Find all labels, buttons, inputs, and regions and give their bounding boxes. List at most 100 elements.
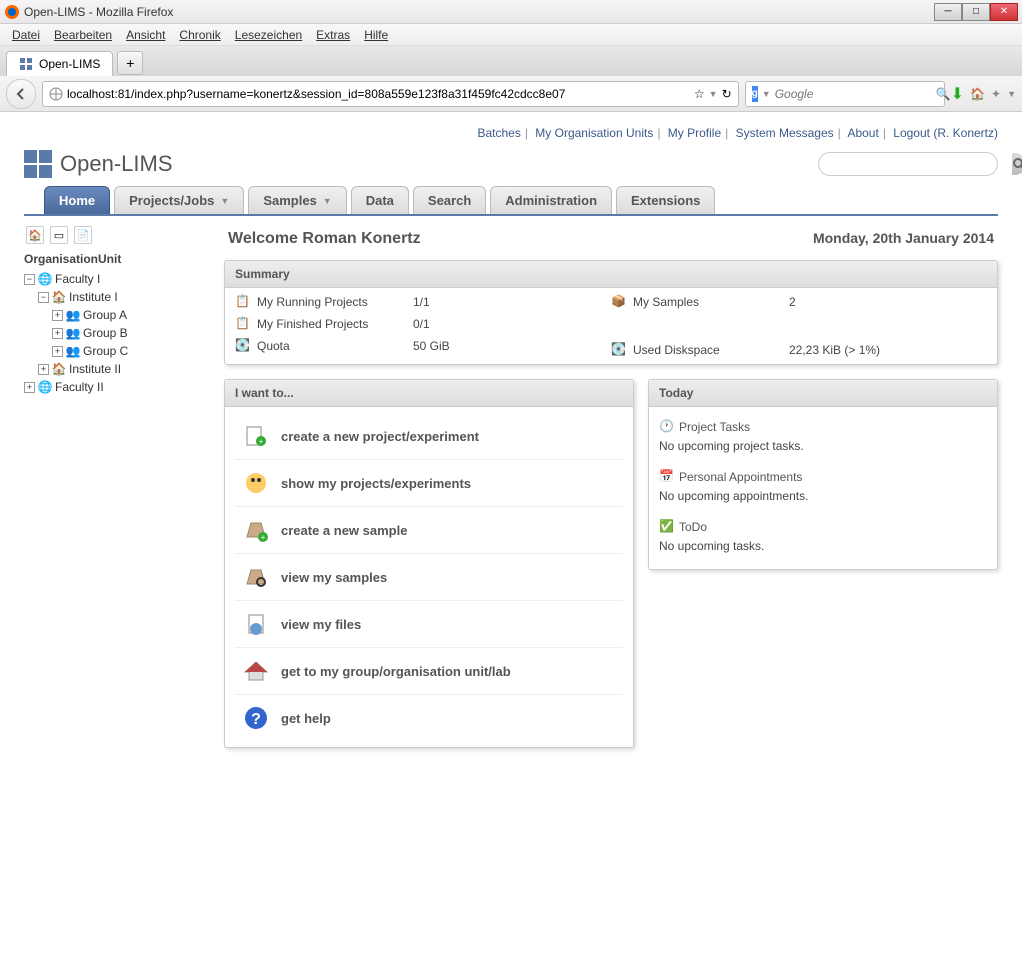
summary-quota: 💽Quota50 GiB	[235, 338, 611, 354]
tree-item-faculty-ii[interactable]: +🌐Faculty II	[24, 378, 214, 396]
nav-dropdown-icon[interactable]: ▼	[1007, 89, 1016, 99]
svg-text:+: +	[261, 533, 266, 542]
tree-expand-icon[interactable]: +	[52, 310, 63, 321]
tree-collapse-icon[interactable]: −	[38, 292, 49, 303]
house-icon	[243, 658, 269, 684]
new-project-icon: +	[243, 423, 269, 449]
tree-collapse-icon[interactable]: −	[24, 274, 35, 285]
tree-item-institute-i[interactable]: −🏠Institute I	[24, 288, 214, 306]
minimize-button[interactable]: ─	[934, 3, 962, 21]
action-view-files[interactable]: view my files	[235, 601, 623, 648]
link-org-units[interactable]: My Organisation Units	[535, 126, 653, 140]
iwant-panel: I want to... +create a new project/exper…	[224, 379, 634, 748]
summary-finished-projects[interactable]: 📋My Finished Projects0/1	[235, 316, 611, 332]
date-text: Monday, 20th January 2014	[813, 230, 994, 248]
search-dropdown-icon[interactable]: ▼	[762, 89, 771, 99]
page-content: Batches| My Organisation Units| My Profi…	[0, 112, 1022, 958]
main-tabs: Home Projects/Jobs▼ Samples▼ Data Search…	[24, 186, 998, 216]
link-batches[interactable]: Batches	[477, 126, 520, 140]
reload-icon[interactable]: ↻	[722, 87, 732, 101]
app-logo[interactable]: Open-LIMS	[24, 150, 173, 178]
close-button[interactable]: ✕	[990, 3, 1018, 21]
firefox-icon	[4, 4, 20, 20]
tree-item-group-a[interactable]: +👥Group A	[24, 306, 214, 324]
summary-running-projects[interactable]: 📋My Running Projects1/1	[235, 294, 611, 310]
action-new-project[interactable]: +create a new project/experiment	[235, 413, 623, 460]
tab-favicon	[19, 57, 33, 71]
sidebar-title: OrganisationUnit	[24, 250, 214, 270]
tab-data[interactable]: Data	[351, 186, 409, 214]
house-icon: 🏠	[52, 362, 66, 376]
tab-projects[interactable]: Projects/Jobs▼	[114, 186, 244, 214]
tab-home[interactable]: Home	[44, 186, 110, 214]
group-icon: 👥	[66, 326, 80, 340]
group-icon: 👥	[66, 344, 80, 358]
clock-icon: 🕐	[659, 419, 675, 435]
tab-samples[interactable]: Samples▼	[248, 186, 346, 214]
browser-search[interactable]: g ▼ 🔍	[745, 81, 945, 107]
app-search-input[interactable]	[819, 157, 1012, 172]
globe-icon	[49, 87, 63, 101]
chevron-down-icon[interactable]: ▼	[323, 196, 332, 206]
chevron-down-icon[interactable]: ▼	[220, 196, 229, 206]
download-icon[interactable]: ⬇	[951, 84, 964, 104]
new-tab-button[interactable]: +	[117, 51, 143, 75]
action-goto-group[interactable]: get to my group/organisation unit/lab	[235, 648, 623, 695]
menu-lesezeichen[interactable]: Lesezeichen	[229, 26, 308, 44]
logo-icon	[24, 150, 52, 178]
maximize-button[interactable]: □	[962, 3, 990, 21]
home-icon[interactable]: 🏠	[970, 87, 985, 101]
menu-chronik[interactable]: Chronik	[173, 26, 226, 44]
tab-search[interactable]: Search	[413, 186, 486, 214]
link-logout[interactable]: Logout (R. Konertz)	[893, 126, 998, 140]
browser-search-input[interactable]	[775, 87, 932, 101]
action-show-projects[interactable]: show my projects/experiments	[235, 460, 623, 507]
menu-datei[interactable]: Datei	[6, 26, 46, 44]
link-about[interactable]: About	[847, 126, 878, 140]
browser-tab[interactable]: Open-LIMS	[6, 51, 113, 76]
url-bar[interactable]: ☆ ▼ ↻	[42, 81, 739, 107]
tree-expand-icon[interactable]: +	[52, 346, 63, 357]
link-profile[interactable]: My Profile	[668, 126, 721, 140]
today-todo: ✅ToDo No upcoming tasks.	[659, 513, 987, 563]
app-search-button[interactable]	[1012, 153, 1022, 175]
welcome-text: Welcome Roman Konertz	[228, 230, 421, 248]
today-title: Today	[649, 380, 997, 407]
tree-item-group-c[interactable]: +👥Group C	[24, 342, 214, 360]
check-icon: ✅	[659, 519, 675, 535]
tree-expand-icon[interactable]: +	[52, 328, 63, 339]
search-icon	[1012, 157, 1022, 171]
search-magnify-icon[interactable]: 🔍	[936, 87, 951, 101]
window-titlebar: Open-LIMS - Mozilla Firefox ─ □ ✕	[0, 0, 1022, 24]
menu-extras[interactable]: Extras	[310, 26, 356, 44]
iwant-title: I want to...	[225, 380, 633, 407]
back-button[interactable]	[6, 79, 36, 109]
bookmark-icon[interactable]: ☆	[694, 87, 705, 101]
app-search[interactable]	[818, 152, 998, 176]
calendar-icon: 📅	[659, 469, 675, 485]
url-input[interactable]	[67, 87, 690, 101]
tree-expand-icon[interactable]: +	[24, 382, 35, 393]
dropdown-icon[interactable]: ▼	[709, 89, 718, 99]
sidebar-home-icon[interactable]: 🏠	[26, 226, 44, 244]
menu-hilfe[interactable]: Hilfe	[358, 26, 394, 44]
addon-icon[interactable]: ✦	[991, 87, 1001, 101]
app-name: Open-LIMS	[60, 151, 173, 177]
project-icon: 📋	[235, 294, 251, 310]
action-help[interactable]: ?get help	[235, 695, 623, 741]
svg-text:?: ?	[251, 711, 261, 728]
tree-item-group-b[interactable]: +👥Group B	[24, 324, 214, 342]
menu-ansicht[interactable]: Ansicht	[120, 26, 171, 44]
action-new-sample[interactable]: +create a new sample	[235, 507, 623, 554]
action-view-samples[interactable]: view my samples	[235, 554, 623, 601]
sidebar-doc-icon[interactable]: 📄	[74, 226, 92, 244]
summary-my-samples[interactable]: 📦My Samples2	[611, 294, 987, 310]
link-messages[interactable]: System Messages	[736, 126, 834, 140]
menu-bearbeiten[interactable]: Bearbeiten	[48, 26, 118, 44]
sidebar-view-icon[interactable]: ▭	[50, 226, 68, 244]
tree-item-institute-ii[interactable]: +🏠Institute II	[24, 360, 214, 378]
tab-extensions[interactable]: Extensions	[616, 186, 715, 214]
tree-item-faculty-i[interactable]: −🌐Faculty I	[24, 270, 214, 288]
tab-admin[interactable]: Administration	[490, 186, 612, 214]
tree-expand-icon[interactable]: +	[38, 364, 49, 375]
